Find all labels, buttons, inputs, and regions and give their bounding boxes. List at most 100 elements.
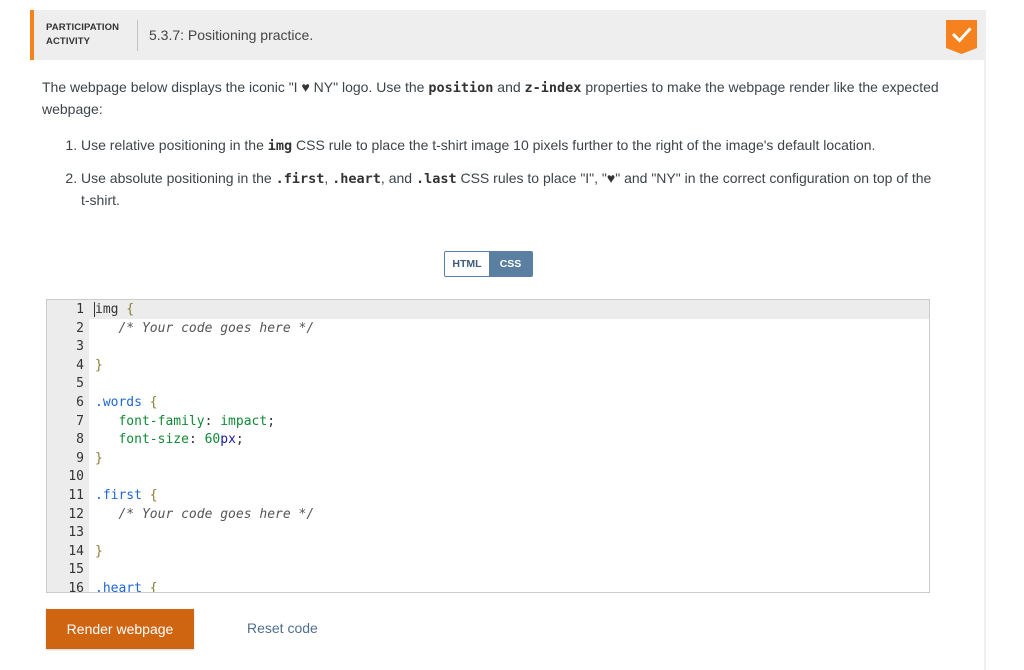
line-number: 5 <box>76 376 84 392</box>
code-text: font-size: 60px; <box>95 431 244 450</box>
code-line: 2 /* Your code goes here */ <box>47 320 929 339</box>
code-text: font-family: impact; <box>95 413 275 432</box>
activity-type-line1: PARTICIPATION <box>46 22 120 33</box>
code-img: img <box>267 138 293 154</box>
step-2: Use absolute positioning in the .first , … <box>81 168 942 211</box>
token-colon: : <box>204 413 221 429</box>
code-heart: .heart <box>332 171 381 187</box>
code-line: 16 .heart { <box>47 580 929 593</box>
code-line: 8 font-size: 60px; <box>47 431 929 450</box>
render-webpage-button[interactable]: Render webpage <box>46 609 194 649</box>
code-last: .last <box>415 171 457 187</box>
code-text: } <box>95 450 103 469</box>
tab-html[interactable]: HTML <box>445 252 489 276</box>
step-text: Use absolute positioning in the <box>81 170 276 186</box>
intro-text: NY" logo. Use the <box>309 79 429 95</box>
code-line: 12 /* Your code goes here */ <box>47 506 929 525</box>
line-number: 8 <box>76 432 84 448</box>
token-semi: ; <box>235 432 244 448</box>
code-line: 11 .first { <box>47 487 929 506</box>
token-brace: } <box>95 543 103 559</box>
code-line: 3 <box>47 338 929 357</box>
code-line: 4} <box>47 357 929 376</box>
code-line: 5 <box>47 375 929 394</box>
code-text: img { <box>95 301 134 320</box>
line-number: 16 <box>68 581 84 593</box>
step-1: Use relative positioning in the img CSS … <box>81 135 942 157</box>
line-number: 4 <box>76 357 84 373</box>
intro-text: and <box>493 79 525 95</box>
code-position: position <box>428 80 494 96</box>
token-prop: font-family <box>118 413 205 429</box>
heart-icon: ♥ <box>606 170 616 186</box>
token-cls: .heart <box>95 581 142 593</box>
token-brace: } <box>95 450 103 466</box>
reset-code-button[interactable]: Reset code <box>247 620 318 636</box>
intro-text: The webpage below displays the iconic "I <box>42 79 302 95</box>
step-text: , and <box>380 170 416 186</box>
code-line: 6 .words { <box>47 394 929 413</box>
code-text: /* Your code goes here */ <box>95 320 314 339</box>
step-text: CSS rule to place the t-shirt image 10 p… <box>292 137 876 153</box>
code-text: /* Your code goes here */ <box>95 506 314 525</box>
code-line: 7 font-family: impact; <box>47 413 929 432</box>
css-code-editor[interactable]: 1 img {2 /* Your code goes here */3 4} 5 6 .w… <box>46 299 930 593</box>
line-number: 12 <box>68 506 84 522</box>
token-sel: img <box>95 302 119 317</box>
check-badge-icon <box>946 20 977 54</box>
token-val: impact <box>220 413 268 429</box>
line-number: 13 <box>68 525 84 541</box>
code-text: } <box>95 543 103 562</box>
line-number: 3 <box>76 339 84 355</box>
code-line: 1 img { <box>47 301 929 320</box>
tab-css[interactable]: CSS <box>489 252 532 276</box>
step-text: , <box>324 170 333 186</box>
activity-header: PARTICIPATION ACTIVITY 5.3.7: Positionin… <box>30 10 984 60</box>
token-brace: } <box>95 357 103 373</box>
code-text: .words { <box>95 394 158 413</box>
heart-icon: ♥ <box>301 79 310 95</box>
token-cls: .words <box>95 395 142 410</box>
token-unit: px <box>220 432 236 448</box>
token-comment: /* Your code goes here */ <box>118 506 315 522</box>
line-number: 6 <box>76 395 84 410</box>
token-brace: { <box>141 488 158 503</box>
token-semi: ; <box>267 413 276 429</box>
line-number: 10 <box>68 469 84 485</box>
code-line: 14} <box>47 543 929 562</box>
token-colon: : <box>188 432 205 448</box>
language-tabs: HTML CSS <box>444 251 533 277</box>
line-number: 9 <box>76 450 84 466</box>
token-brace: { <box>118 302 135 317</box>
steps-list: Use relative positioning in the img CSS … <box>42 135 942 211</box>
token-prop: font-size <box>118 432 189 448</box>
code-z-index: z-index <box>524 80 582 96</box>
code-text: .first { <box>95 487 158 506</box>
code-line: 10 <box>47 468 929 487</box>
instructions: The webpage below displays the iconic "I… <box>42 77 942 222</box>
token-brace: { <box>141 395 158 410</box>
code-text: } <box>95 357 103 376</box>
activity-type-label: PARTICIPATION ACTIVITY <box>46 21 119 49</box>
step-text: CSS rules to place "I", " <box>456 170 607 186</box>
text-cursor <box>94 302 95 317</box>
code-line: 9} <box>47 450 929 469</box>
token-comment: /* Your code goes here */ <box>118 320 315 336</box>
intro-paragraph: The webpage below displays the iconic "I… <box>42 77 942 120</box>
code-line: 15 <box>47 561 929 580</box>
code-text: .heart { <box>95 580 158 593</box>
token-brace: { <box>141 581 158 593</box>
activity-title: 5.3.7: Positioning practice. <box>149 27 314 43</box>
token-num: 60 <box>204 432 221 448</box>
code-line: 13 <box>47 524 929 543</box>
header-divider <box>137 20 138 51</box>
line-number: 11 <box>68 488 84 503</box>
line-number: 14 <box>68 543 84 559</box>
step-text: Use relative positioning in the <box>81 137 268 153</box>
line-number: 1 <box>76 302 84 317</box>
activity-type-line2: ACTIVITY <box>46 36 91 47</box>
